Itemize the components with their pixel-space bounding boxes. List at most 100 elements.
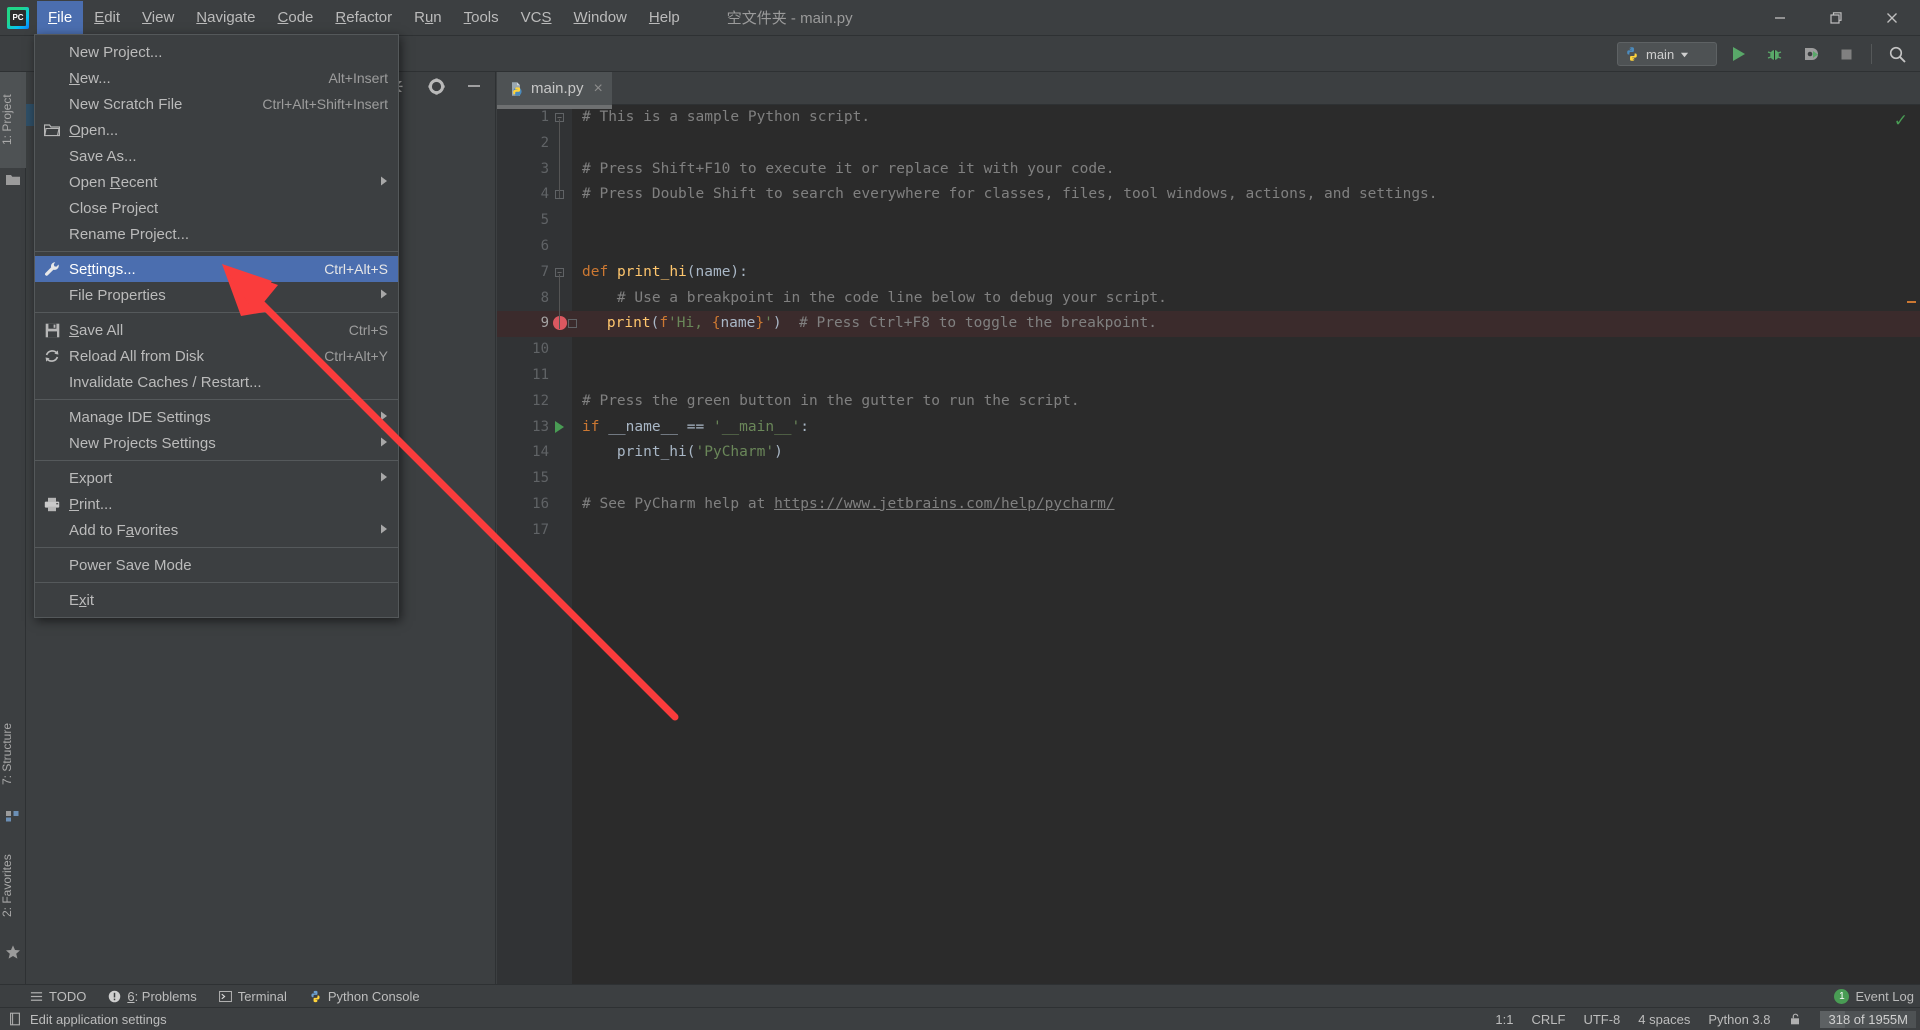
menu-window[interactable]: Window (563, 1, 638, 35)
menu-code[interactable]: Code (267, 1, 325, 35)
memory-indicator[interactable]: 318 of 1955M (1820, 1010, 1916, 1028)
menu-item-exit[interactable]: Exit (35, 587, 398, 613)
code-editor[interactable]: ✓ 1− # This is a sample Python script. 2 3 #… (497, 105, 1920, 984)
restore-button[interactable] (1808, 0, 1864, 36)
code-text: print(f'Hi, {name}') # Press Ctrl+F8 to … (606, 315, 1157, 332)
minimize-button[interactable] (1752, 0, 1808, 36)
bottom-button-terminal[interactable]: Terminal (218, 989, 287, 1004)
menu-edit[interactable]: Edit (83, 1, 131, 35)
code-line[interactable]: 9 print(f'Hi, {name}') # Press Ctrl+F8 t… (497, 311, 1920, 338)
menu-item-add-to-favorites[interactable]: Add to Favorites (35, 517, 398, 543)
line-number: 7 (540, 263, 549, 280)
menu-item-settings[interactable]: Settings... Ctrl+Alt+S (35, 256, 398, 282)
submenu-arrow-icon (380, 289, 388, 302)
stop-button[interactable] (1831, 39, 1861, 69)
code-line[interactable]: 12 # Press the green button in the gutter… (497, 389, 1920, 415)
code-line[interactable]: 4 # Press Double Shift to search everywhe… (497, 182, 1920, 208)
menu-item-print[interactable]: Print... (35, 491, 398, 517)
code-text: print_hi('PyCharm') (582, 444, 783, 461)
menu-item-label: Export (69, 469, 113, 487)
menu-item-new[interactable]: New... Alt+Insert (35, 65, 398, 91)
code-line[interactable]: 7− def print_hi(name): (497, 260, 1920, 286)
run-configuration-selector[interactable]: main (1617, 42, 1717, 66)
document-icon (10, 1012, 20, 1026)
hide-tool-window-icon[interactable] (459, 71, 489, 101)
menu-item-file-properties[interactable]: File Properties (35, 282, 398, 308)
python-run-config-icon (1627, 47, 1637, 61)
menu-item-manage-ide-settings[interactable]: Manage IDE Settings (35, 404, 398, 430)
file-encoding[interactable]: UTF-8 (1583, 1012, 1620, 1027)
search-everywhere-button[interactable] (1882, 39, 1912, 69)
menu-refactor[interactable]: Refactor (324, 1, 403, 35)
menu-view[interactable]: View (131, 1, 185, 35)
menu-item-save-as[interactable]: Save As... (35, 143, 398, 169)
close-icon[interactable]: × (594, 80, 603, 98)
submenu-arrow-icon (380, 411, 388, 424)
menu-item-label: Invalidate Caches / Restart... (69, 373, 262, 391)
code-line[interactable]: 10 (497, 337, 1920, 363)
menu-separator (35, 547, 398, 548)
status-message: Edit application settings (30, 1011, 167, 1027)
menu-item-export[interactable]: Export (35, 465, 398, 491)
menu-item-close-project[interactable]: Close Project (35, 195, 398, 221)
close-button[interactable] (1864, 0, 1920, 36)
bottom-button-python-console[interactable]: Python Console (309, 989, 420, 1004)
menu-item-power-save-mode[interactable]: Power Save Mode (35, 552, 398, 578)
menu-file[interactable]: File (37, 0, 84, 35)
sidebar-item-structure[interactable]: 7: Structure (0, 704, 26, 804)
code-line[interactable]: 1− # This is a sample Python script. (497, 105, 1920, 131)
code-text: # See PyCharm help at https://www.jetbra… (582, 495, 1115, 512)
menu-item-new-project[interactable]: New Project... (35, 39, 398, 65)
menu-item-open[interactable]: Open... (35, 117, 398, 143)
bottom-button-problems[interactable]: 6: Problems (108, 989, 197, 1004)
code-line[interactable]: 6 (497, 234, 1920, 260)
code-line[interactable]: 15 (497, 466, 1920, 492)
line-number: 14 (532, 444, 549, 461)
menu-item-label: Rename Project... (69, 225, 190, 243)
line-separator[interactable]: CRLF (1531, 1012, 1565, 1027)
bottom-button-todo[interactable]: TODO (30, 989, 86, 1004)
pycharm-window: FileEditViewNavigateCodeRefactorRunTools… (0, 0, 1920, 1030)
tab-main-py[interactable]: main.py × (497, 72, 612, 105)
settings-gear-icon[interactable] (421, 71, 451, 101)
menu-item-new-projects-settings[interactable]: New Projects Settings (35, 430, 398, 456)
menu-navigate[interactable]: Navigate (185, 1, 266, 35)
debug-button[interactable] (1759, 39, 1789, 69)
menu-vcs[interactable]: VCS (510, 1, 563, 35)
coverage-button[interactable] (1795, 39, 1825, 69)
menu-item-shortcut: Ctrl+Alt+Shift+Insert (262, 96, 388, 112)
run-button[interactable] (1723, 39, 1753, 69)
code-line[interactable]: 3 # Press Shift+F10 to execute it or repl… (497, 157, 1920, 183)
menu-item-reload-all-from-disk[interactable]: Reload All from Disk Ctrl+Alt+Y (35, 343, 398, 369)
menu-item-label: Add to Favorites (69, 521, 179, 539)
indent-setting[interactable]: 4 spaces (1638, 1012, 1690, 1027)
breakpoint-icon[interactable] (553, 316, 567, 331)
menu-tools[interactable]: Tools (453, 1, 510, 35)
code-line[interactable]: 11 (497, 363, 1920, 389)
code-line[interactable]: 2 (497, 131, 1920, 157)
reload-icon (35, 348, 69, 364)
code-line[interactable]: 16 # See PyCharm help at https://www.jetb… (497, 492, 1920, 518)
menu-run[interactable]: Run (403, 1, 453, 35)
code-line[interactable]: 13 if __name__ == '__main__': (497, 415, 1920, 441)
python-interpreter[interactable]: Python 3.8 (1708, 1012, 1770, 1027)
run-gutter-icon[interactable] (555, 420, 564, 433)
menu-item-save-all[interactable]: Save All Ctrl+S (35, 317, 398, 343)
code-line[interactable]: 17 (497, 518, 1920, 544)
event-log-group[interactable]: 1 Event Log (1834, 988, 1914, 1004)
code-line[interactable]: 5 (497, 208, 1920, 234)
sidebar-item-project[interactable]: 1: Project (0, 72, 26, 168)
sidebar-item-favorites[interactable]: 2: Favorites (0, 834, 26, 938)
menu-item-rename-project[interactable]: Rename Project... (35, 221, 398, 247)
menu-item-open-recent[interactable]: Open Recent (35, 169, 398, 195)
file-menu-popup[interactable]: New Project... New... Alt+Insert New Scratc… (34, 34, 399, 618)
caret-position[interactable]: 1:1 (1495, 1012, 1513, 1027)
code-line[interactable]: 8 # Use a breakpoint in the code line be… (497, 286, 1920, 312)
star-icon (6, 945, 20, 959)
unlocked-icon[interactable] (1788, 1012, 1802, 1026)
menu-item-new-scratch-file[interactable]: New Scratch File Ctrl+Alt+Shift+Insert (35, 91, 398, 117)
menu-help[interactable]: Help (638, 1, 691, 35)
menu-item-invalidate-caches-restart[interactable]: Invalidate Caches / Restart... (35, 369, 398, 395)
menu-item-label: Power Save Mode (69, 556, 192, 574)
code-line[interactable]: 14 print_hi('PyCharm') (497, 440, 1920, 466)
